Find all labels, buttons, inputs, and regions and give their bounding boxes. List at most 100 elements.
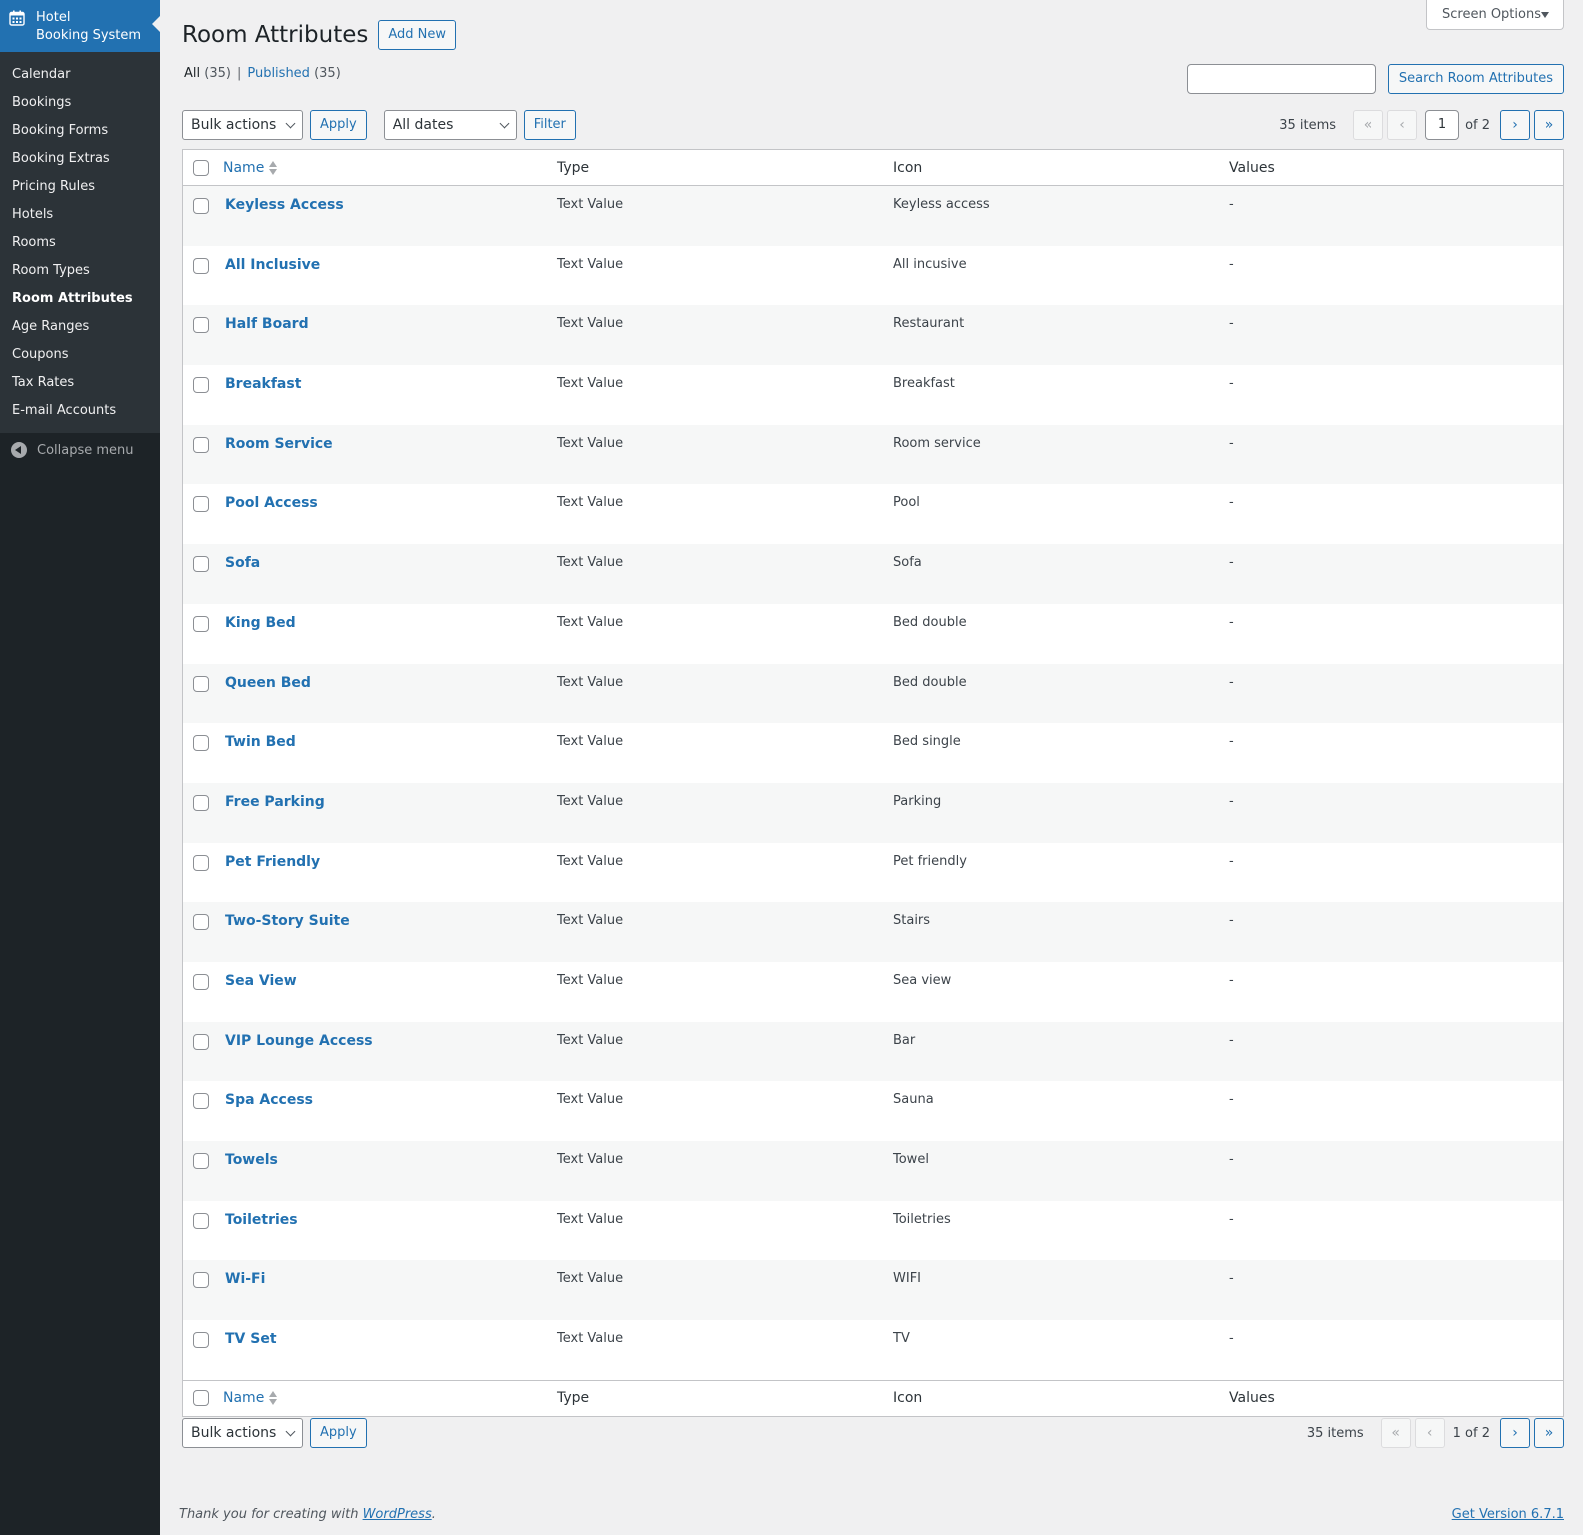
row-checkbox[interactable] [193,675,209,692]
row-checkbox[interactable] [193,973,209,990]
attribute-name-link[interactable]: VIP Lounge Access [225,1033,373,1049]
sidebar-item-pricing-rules[interactable]: Pricing Rules [0,173,160,201]
row-checkbox[interactable] [193,436,209,453]
apply-button-bottom[interactable]: Apply [310,1418,367,1448]
attribute-type: Text Value [557,1032,624,1048]
sidebar-menu: Calendar Bookings Booking Forms Booking Ext… [0,52,160,433]
attribute-type: Text Value [557,614,624,630]
row-checkbox[interactable] [193,1093,209,1110]
name-column-footer[interactable]: Name [221,1390,557,1406]
row-checkbox[interactable] [193,377,209,394]
attribute-name-link[interactable]: Twin Bed [225,734,296,750]
table-row: Pool Access Text Value Pool - [183,484,1563,544]
pagination-bottom: 35 items « ‹ 1 of 2 › » [1307,1418,1564,1448]
sort-icon [269,1391,278,1406]
sidebar-item-booking-forms[interactable]: Booking Forms [0,117,160,145]
sidebar-item-room-types[interactable]: Room Types [0,257,160,285]
attribute-name-link[interactable]: Spa Access [225,1092,313,1108]
attribute-name-link[interactable]: Sea View [225,973,297,989]
attribute-values: - [1229,435,1234,451]
attribute-name-link[interactable]: Pool Access [225,495,318,511]
attribute-values: - [1229,614,1234,630]
attribute-values: - [1229,853,1234,869]
row-checkbox[interactable] [193,1153,209,1169]
select-all-checkbox-bottom[interactable] [193,1390,209,1407]
name-column-header[interactable]: Name [221,160,557,176]
row-checkbox[interactable] [193,794,209,811]
search-box: Search Room Attributes [1186,64,1564,94]
bulk-actions-select[interactable]: Bulk actions [182,110,303,140]
current-page-input[interactable]: 1 [1425,110,1460,140]
next-page-button-bottom[interactable]: › [1500,1418,1530,1448]
sidebar-item-booking-extras[interactable]: Booking Extras [0,145,160,173]
sidebar-item-tax-rates[interactable]: Tax Rates [0,369,160,397]
attribute-name-link[interactable]: Two-Story Suite [225,913,350,929]
search-button[interactable]: Search Room Attributes [1387,64,1564,94]
attribute-name-link[interactable]: Half Board [225,316,309,332]
attribute-name-link[interactable]: Free Parking [225,794,325,810]
search-input[interactable] [1186,64,1376,94]
select-all-checkbox[interactable] [193,159,209,176]
row-checkbox[interactable] [193,615,209,632]
attribute-type: Text Value [557,1152,624,1167]
screen-options-button[interactable]: Screen Options [1426,0,1564,30]
attribute-name-link[interactable]: Toiletries [225,1212,298,1228]
sidebar-item-calendar[interactable]: Calendar [0,61,160,89]
row-checkbox[interactable] [193,735,209,752]
row-checkbox[interactable] [193,1332,209,1349]
attribute-values: - [1229,913,1234,929]
next-page-button[interactable]: › [1500,110,1530,140]
row-checkbox[interactable] [193,854,209,871]
sidebar-item-bookings[interactable]: Bookings [0,89,160,117]
attribute-name-link[interactable]: Keyless Access [225,197,344,213]
filter-button[interactable]: Filter [523,110,576,140]
apply-button[interactable]: Apply [310,110,367,140]
last-page-button[interactable]: » [1534,110,1564,140]
sidebar-item-hotels[interactable]: Hotels [0,201,160,229]
row-checkbox[interactable] [193,198,209,214]
row-checkbox[interactable] [193,496,209,513]
attribute-icon: TV [893,1331,910,1347]
row-checkbox[interactable] [193,317,209,334]
sidebar-item-age-ranges[interactable]: Age Ranges [0,313,160,341]
sidebar-item-rooms[interactable]: Rooms [0,229,160,257]
tablenav-bottom: Bulk actions Apply 35 items « ‹ 1 of 2 ›… [182,1418,1564,1448]
attribute-name-link[interactable]: TV Set [225,1331,277,1347]
add-new-button[interactable]: Add New [378,20,457,50]
sidebar-item-e-mail-accounts[interactable]: E-mail Accounts [0,397,160,425]
row-checkbox[interactable] [193,1212,209,1229]
attribute-type: Text Value [557,853,624,869]
row-checkbox[interactable] [193,914,209,931]
attribute-icon: All incusive [893,256,967,272]
collapse-menu-button[interactable]: Collapse menu [0,433,160,467]
sidebar-item-coupons[interactable]: Coupons [0,341,160,369]
row-checkbox[interactable] [193,1272,209,1289]
attribute-name-link[interactable]: Room Service [225,436,333,452]
table-row: Half Board Text Value Restaurant - [183,305,1563,366]
bulk-actions-select-bottom[interactable]: Bulk actions [182,1418,303,1448]
filter-published-link[interactable]: Published (35) [247,66,340,81]
type-column-footer: Type [557,1390,590,1407]
get-version-link[interactable]: Get Version 6.7.1 [1452,1507,1564,1522]
sidebar-item-room-attributes[interactable]: Room Attributes [0,285,160,313]
attribute-type: Text Value [557,555,624,571]
attribute-name-link[interactable]: Queen Bed [225,675,311,691]
row-checkbox[interactable] [193,1033,209,1050]
attribute-name-link[interactable]: Sofa [225,555,260,571]
dates-select[interactable]: All dates [383,110,517,140]
attribute-name-link[interactable]: Pet Friendly [225,854,320,870]
filter-all-link[interactable]: All (35) [184,66,231,81]
items-count-bottom: 35 items [1306,1425,1364,1441]
attribute-name-link[interactable]: Breakfast [225,376,301,392]
last-page-button-bottom[interactable]: » [1534,1418,1564,1448]
attribute-name-link[interactable]: Wi-Fi [225,1271,265,1287]
row-checkbox[interactable] [193,257,209,274]
wordpress-link[interactable]: WordPress [363,1507,432,1522]
status-filters: All (35) | Published (35) [184,66,341,81]
sidebar-brand[interactable]: Hotel Booking System [0,0,160,52]
attribute-icon: Room service [893,435,981,451]
row-checkbox[interactable] [193,556,209,573]
attribute-name-link[interactable]: Towels [225,1152,278,1168]
attribute-name-link[interactable]: King Bed [225,615,296,631]
attribute-name-link[interactable]: All Inclusive [225,257,320,273]
